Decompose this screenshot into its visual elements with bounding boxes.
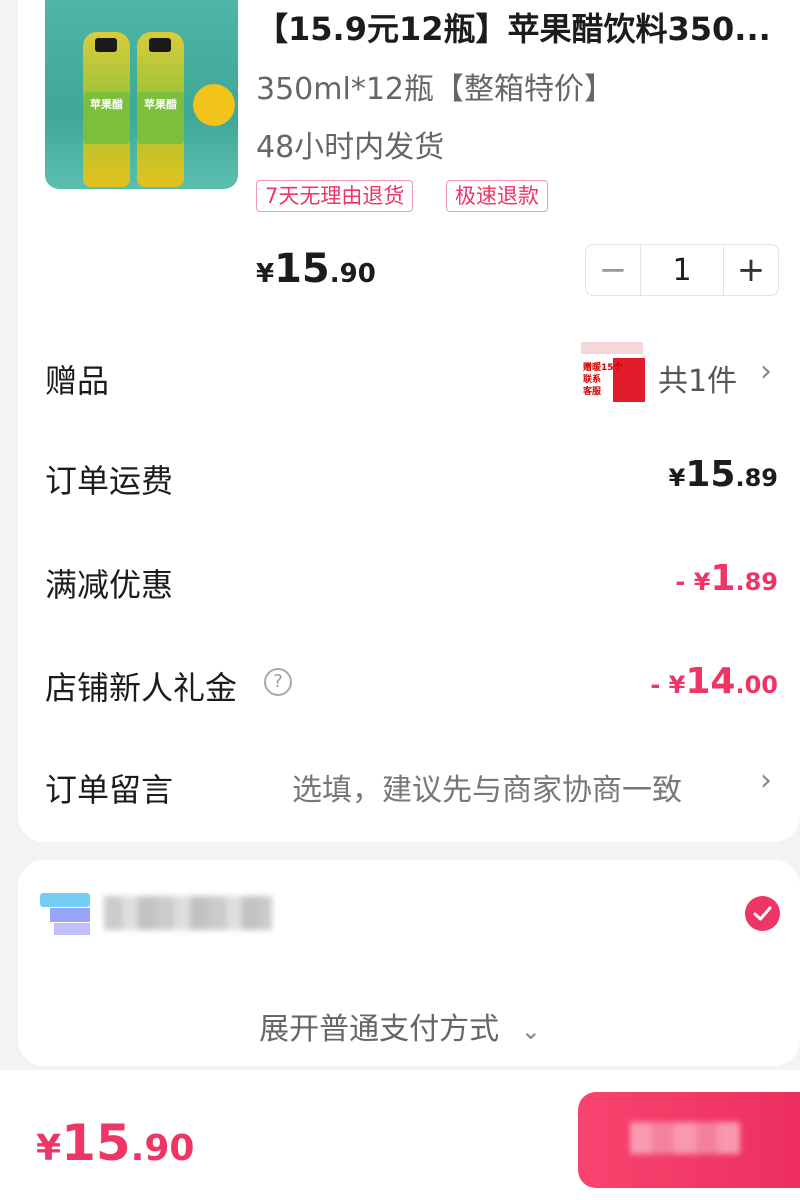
product-spec: 350ml*12瓶【整箱特价】 [256,72,614,107]
gift-image-text-line: 联系 [583,375,602,385]
gift-banner-graphic [581,342,643,354]
value-integer: 14 [685,661,736,702]
expand-payment-methods[interactable]: 展开普通支付方式 ⌄ [0,1004,800,1048]
product-title[interactable]: 【15.9元12瓶】苹果醋饮料350... [256,4,776,50]
discount-label: 满减优惠 [45,566,174,604]
total-decimal: .90 [130,1128,195,1169]
value-currency: - ¥ [675,568,711,596]
bottle-brand-text: 苹果醋 [90,98,123,111]
total-currency: ¥ [36,1128,62,1169]
value-decimal: .89 [735,568,778,596]
bottle-cap-graphic [95,38,117,52]
chevron-down-icon: ⌄ [520,1017,541,1045]
new-customer-value: - ¥14.00 [650,661,778,702]
increase-button[interactable]: + [723,245,778,295]
price-currency: ¥ [256,259,275,289]
shipping-fee-label: 订单运费 [45,462,174,500]
order-note-label: 订单留言 [45,771,174,809]
total-integer: 15 [61,1114,131,1172]
gift-image[interactable]: 赠暖15个 联系 客服 [579,338,647,406]
gift-image-text-line: 客服 [583,387,602,397]
help-icon[interactable]: ? [264,668,292,696]
return-policy-tag: 7天无理由退货 [256,180,414,212]
quantity-stepper: − 1 + [585,244,779,296]
order-note-input[interactable]: 选填，建议先与商家协商一致 [292,765,682,809]
price-decimal: .90 [329,259,376,289]
submit-label-blurred [630,1122,740,1154]
shipping-fee-value: ¥15.89 [669,454,778,495]
payment-method-name-blurred[interactable] [104,896,272,930]
unit-price: ¥15.90 [256,246,376,292]
discount-value: - ¥1.89 [675,558,778,599]
apple-graphic [193,84,235,126]
price-integer: 15 [274,246,330,292]
payment-logo-icon [40,893,92,939]
gift-image-text-line: 赠暖15个 [583,363,623,373]
new-customer-label: 店铺新人礼金 [45,669,238,707]
value-decimal: .89 [735,464,778,492]
value-currency: ¥ [668,464,686,492]
value-integer: 15 [685,454,736,495]
decrease-button[interactable]: − [586,245,641,295]
bottle-brand-text: 苹果醋 [144,98,177,111]
value-currency: - ¥ [650,671,686,699]
submit-order-button[interactable] [578,1092,800,1188]
check-icon[interactable] [745,896,780,931]
chevron-right-icon[interactable]: › [760,354,772,389]
gift-image-text: 赠暖15个 联系 客服 [583,362,623,398]
value-decimal: .00 [735,671,778,699]
chevron-right-icon[interactable]: › [760,763,772,798]
gift-label: 赠品 [45,362,110,400]
product-image[interactable]: 苹果醋 苹果醋 [45,0,238,189]
quantity-value[interactable]: 1 [641,253,723,288]
bottle-cap-graphic [149,38,171,52]
gift-count[interactable]: 共1件 [658,356,737,400]
expand-payment-label: 展开普通支付方式 [259,1012,500,1047]
total-price: ¥15.90 [36,1114,194,1172]
shipping-promise: 48小时内发货 [256,130,445,165]
fast-refund-tag: 极速退款 [446,180,548,212]
value-integer: 1 [710,558,736,599]
